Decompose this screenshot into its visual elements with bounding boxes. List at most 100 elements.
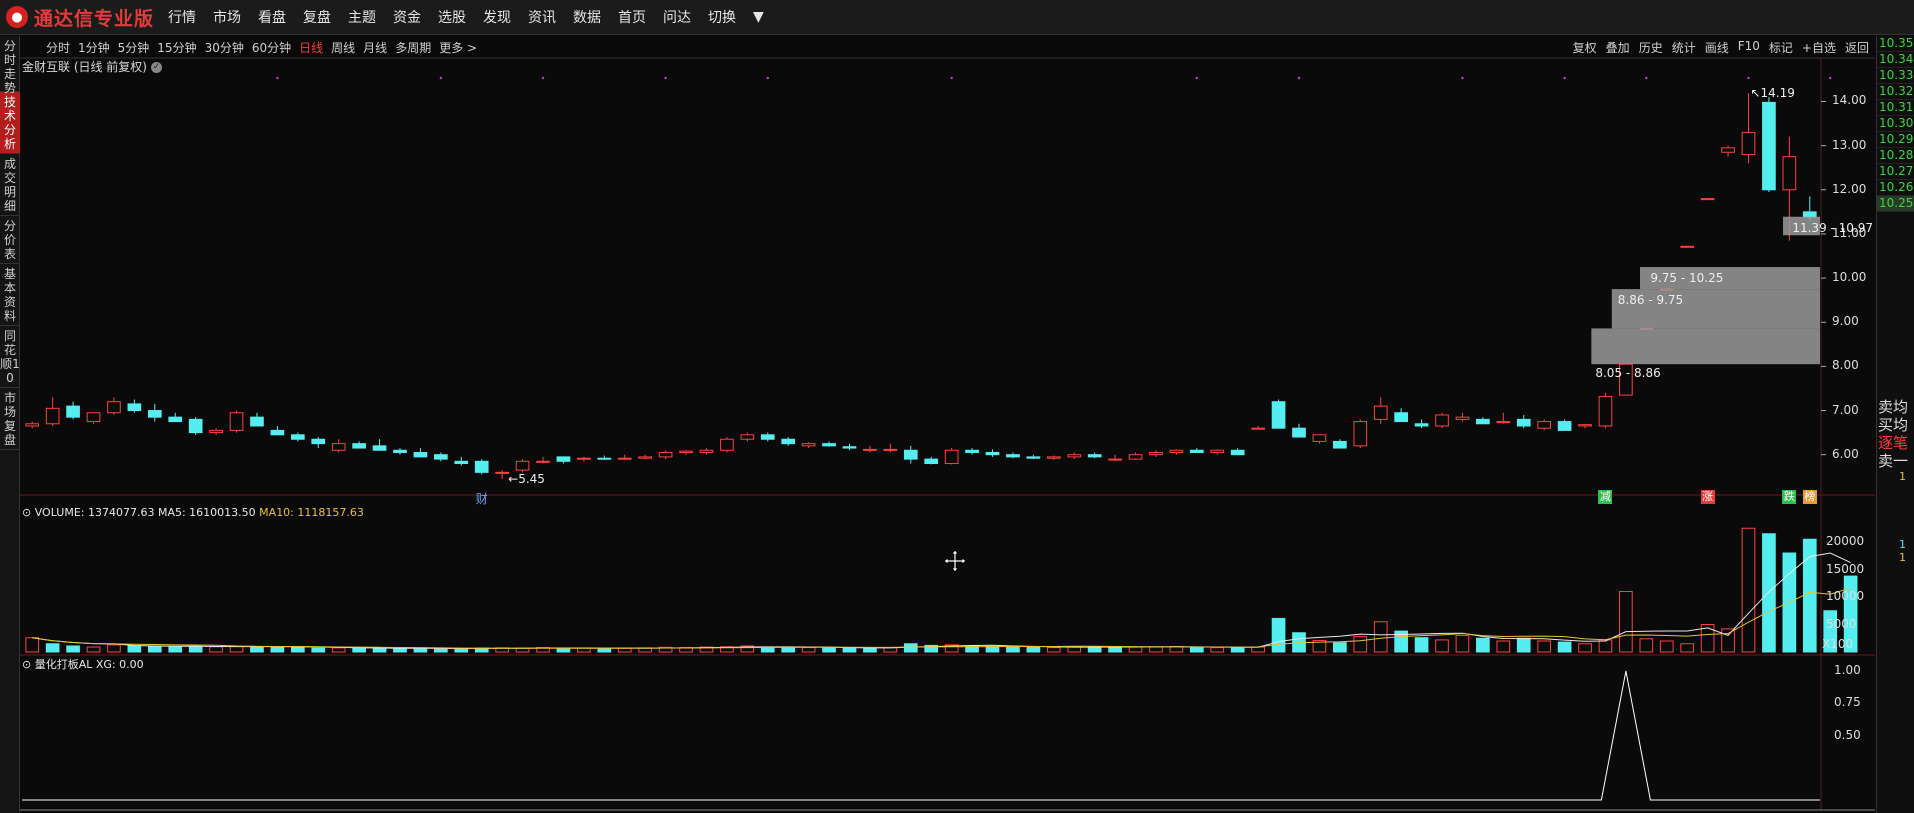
candle-body [740, 434, 755, 440]
candle-body [474, 460, 489, 473]
volume-bar [1435, 639, 1449, 653]
volume-bar [1026, 646, 1041, 653]
event-dot [1297, 76, 1301, 80]
volume-bar [1598, 639, 1613, 653]
volume-bar [1516, 637, 1531, 653]
candle-body [536, 460, 550, 463]
candle-body [1700, 198, 1715, 201]
volume-bar [107, 644, 121, 653]
volume-bar [842, 647, 857, 653]
volume-label: VOLUME: 1374077.63 [34, 506, 155, 519]
indicator-collapse-icon[interactable]: ⊙ [22, 658, 35, 671]
candle-body [801, 443, 816, 447]
volume-bar [66, 645, 80, 653]
candle-body [515, 460, 530, 471]
candle-body [1373, 405, 1388, 420]
order-book-price: 10.30 [1877, 116, 1914, 132]
kline-chart[interactable] [0, 0, 1914, 813]
candle-body [1108, 458, 1122, 461]
volume-bar [393, 648, 407, 653]
volume-bar [1333, 642, 1347, 653]
candle-body [883, 448, 898, 451]
chip-zone [1591, 328, 1820, 365]
label-tick-by-tick[interactable]: 逐笔 [1877, 434, 1908, 452]
candle-body [720, 438, 734, 451]
candle-body [1087, 454, 1102, 458]
volume-bar [372, 647, 387, 653]
label-buy-avg: 买均 [1878, 416, 1909, 434]
volume-title: ⊙ VOLUME: 1374077.63 MA5: 1610013.50 MA1… [22, 506, 364, 519]
order-book-prices: 10.35 10.34 10.33 10.32 10.31 10.30 10.29 10.28… [1877, 36, 1914, 212]
order-book-price: 10.27 [1877, 164, 1914, 180]
candle-body [924, 458, 939, 465]
order-book-labels: 卖均 买均 逐笔 卖一 1 [1877, 398, 1908, 483]
volume-bar [597, 647, 612, 653]
event-tag: 涨 [1700, 490, 1715, 504]
volume-collapse-icon[interactable]: ⊙ [22, 506, 35, 519]
volume-bar [1149, 646, 1163, 653]
candle-body [1476, 418, 1490, 425]
volume-bar [1721, 628, 1735, 653]
order-book-price: 10.32 [1877, 84, 1914, 100]
candle-body [45, 407, 60, 425]
volume-bar [1537, 640, 1552, 653]
volume-bar [1128, 646, 1143, 653]
candle-body [25, 423, 40, 427]
candle-body [679, 450, 693, 453]
candle-body [577, 457, 591, 460]
candle-body [168, 416, 183, 423]
candle-body [1149, 451, 1163, 456]
order-book-price: 10.29 [1877, 132, 1914, 148]
candle-body [903, 449, 918, 460]
volume-bar [801, 647, 816, 653]
chip-zone-label: 9.75 - 10.25 [1650, 271, 1724, 286]
candle-body [985, 451, 1000, 456]
candle-body [209, 429, 223, 434]
volume-bar [209, 646, 223, 653]
volume-bar [250, 646, 264, 653]
volume-bar [1046, 647, 1061, 653]
volume-bar [985, 646, 1000, 653]
candle-body [270, 429, 285, 436]
candle-body [1496, 421, 1511, 424]
volume-bar [1210, 647, 1225, 653]
volume-bar [822, 647, 836, 653]
volume-bar [1476, 637, 1490, 653]
candle-body [617, 457, 632, 460]
order-book-price: 10.35 [1877, 36, 1914, 52]
volume-bar [863, 647, 877, 653]
volume-bar [1189, 646, 1204, 653]
candle-body [229, 412, 244, 431]
candle-body [699, 449, 714, 453]
volume-bar [1414, 637, 1429, 653]
candle-body [1414, 423, 1429, 427]
candle-body [556, 456, 571, 462]
candle-body [86, 412, 101, 423]
candle-body [393, 449, 407, 453]
candle-body [66, 405, 80, 418]
low-event-tag: 财 [475, 492, 488, 506]
app-window: { "app": {"title": "通达信专业版", "logo": "td… [0, 0, 1914, 813]
volume-bar [781, 646, 796, 653]
event-dot [1645, 76, 1648, 80]
candle-body [495, 471, 509, 474]
order-num-2: 1 [1899, 538, 1906, 551]
order-num-1: 1 [1899, 470, 1906, 483]
volume-bar [1680, 643, 1695, 653]
volume-bar [1373, 621, 1388, 653]
candle-body [1762, 101, 1776, 191]
volume-bar [127, 645, 142, 653]
volume-bar [270, 646, 285, 653]
candle-body [1578, 424, 1592, 427]
volume-bar [1557, 641, 1572, 653]
event-dot [276, 76, 279, 80]
candle-body [1312, 434, 1327, 442]
candle-body [1189, 449, 1204, 453]
chip-zone-label: 8.05 - 8.86 [1595, 366, 1661, 381]
candle-body [1802, 211, 1817, 218]
candle-body [1006, 454, 1020, 458]
low-price-label: ←5.45 [508, 471, 545, 486]
order-book-price: 10.34 [1877, 52, 1914, 68]
event-dot [1461, 76, 1464, 80]
event-tag: 榜 [1802, 490, 1817, 504]
